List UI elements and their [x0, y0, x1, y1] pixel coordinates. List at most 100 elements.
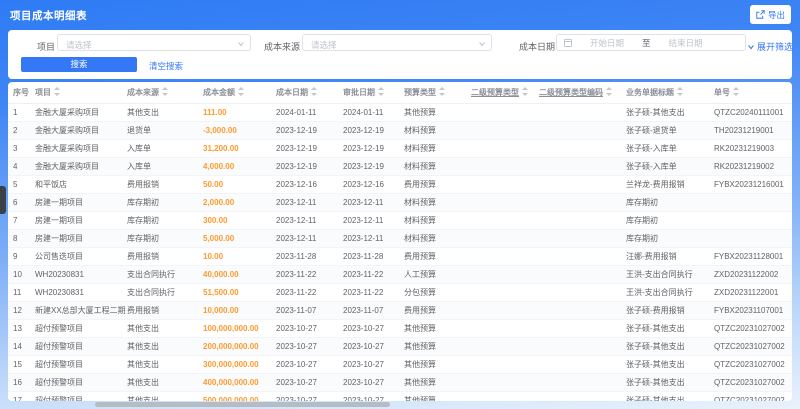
- start-date-input[interactable]: [572, 35, 642, 50]
- cell-index: 10: [8, 265, 35, 284]
- clear-search-link[interactable]: 清空搜索: [149, 60, 183, 72]
- expand-filters-link[interactable]: 展开筛选: [747, 40, 793, 53]
- cell-cost-date: 2023-12-19: [276, 121, 343, 140]
- cell-cost-amount: 400,000,000.00: [203, 373, 276, 392]
- cell-sub-budget-type-code: [539, 247, 626, 266]
- table-row: 4 金融大厦采购项目 入库单 4,000.00 2023-12-19 2023-…: [8, 157, 792, 176]
- col-header-budget-type[interactable]: 预算类型: [404, 82, 471, 104]
- sort-caret-icon[interactable]: [238, 86, 244, 96]
- cell-approval-date: 2023-10-27: [343, 319, 404, 338]
- page-title: 项目成本明细表: [10, 10, 87, 22]
- cost-source-select[interactable]: [302, 34, 492, 53]
- table-row: 17 超付预警项目 其他支出 500,000,000.00 2023-10-27…: [8, 391, 792, 401]
- cell-cost-date: 2023-10-27: [276, 337, 343, 356]
- col-header-doc-number[interactable]: 单号: [714, 82, 792, 104]
- cell-approval-date: 2023-12-11: [343, 211, 404, 230]
- sort-caret-icon[interactable]: [378, 86, 384, 96]
- cell-cost-source: 费用报销: [127, 175, 203, 194]
- cell-cost-date: 2024-01-11: [276, 103, 343, 122]
- cell-cost-date: 2023-11-22: [276, 283, 343, 302]
- sort-caret-icon[interactable]: [677, 86, 683, 96]
- cell-doc-number: RK20231219002: [714, 157, 792, 176]
- col-header-cost-amount[interactable]: 成本金额: [203, 82, 276, 104]
- cell-cost-date: 2023-12-11: [276, 229, 343, 248]
- sort-caret-icon[interactable]: [439, 86, 445, 96]
- cell-cost-source: 支出合同执行: [127, 283, 203, 302]
- cell-index: 9: [8, 247, 35, 266]
- cell-budget-type: 其他预算: [404, 103, 471, 122]
- cell-index: 6: [8, 193, 35, 212]
- cell-sub-budget-type: [471, 193, 539, 212]
- cost-source-select-input[interactable]: [303, 37, 491, 53]
- sort-caret-icon[interactable]: [606, 86, 612, 96]
- left-edge-tab[interactable]: [0, 186, 6, 214]
- col-header-doc-title[interactable]: 业务单据标题: [626, 82, 714, 104]
- date-range-separator: 至: [642, 37, 651, 48]
- cell-sub-budget-type: [471, 301, 539, 320]
- cell-approval-date: 2023-12-11: [343, 193, 404, 212]
- cell-cost-amount: 10,000.00: [203, 301, 276, 320]
- cell-cost-source: 支出合同执行: [127, 265, 203, 284]
- chevron-down-icon: [238, 42, 244, 47]
- cell-project: WH20230831: [35, 283, 127, 302]
- cell-approval-date: 2023-10-27: [343, 391, 404, 401]
- table-row: 15 超付预警项目 其他支出 300,000,000.00 2023-10-27…: [8, 355, 792, 374]
- col-header-sub-budget-type-code[interactable]: 二级预算类型编码: [539, 82, 626, 104]
- sort-caret-icon[interactable]: [162, 86, 168, 96]
- cell-doc-title: 张子硕-其他支出: [626, 103, 714, 122]
- export-button[interactable]: 导出: [749, 5, 791, 24]
- cell-doc-number: QTZC20240111001: [714, 103, 792, 122]
- cell-cost-date: 2023-12-19: [276, 139, 343, 158]
- end-date-input[interactable]: [650, 35, 721, 50]
- col-header-project[interactable]: 项目: [35, 82, 127, 104]
- cell-doc-title: 张子硕-入库单: [626, 157, 714, 176]
- cell-index: 16: [8, 373, 35, 392]
- table-row: 7 房建一期项目 库存期初 300.00 2023-12-11 2023-12-…: [8, 211, 792, 230]
- cell-cost-amount: 4,000.00: [203, 157, 276, 176]
- sort-caret-icon[interactable]: [522, 86, 528, 96]
- sort-caret-icon[interactable]: [311, 86, 317, 96]
- cell-doc-title: 张子硕-其他支出: [626, 337, 714, 356]
- col-header-sub-budget-type[interactable]: 二级预算类型: [471, 82, 539, 104]
- cell-doc-number: [714, 229, 792, 248]
- cell-project: 超付预警项目: [35, 373, 127, 392]
- cell-budget-type: 材料预算: [404, 211, 471, 230]
- cell-cost-source: 其他支出: [127, 391, 203, 401]
- cell-sub-budget-type-code: [539, 175, 626, 194]
- sort-caret-icon[interactable]: [54, 86, 60, 96]
- horizontal-scrollbar-thumb[interactable]: [95, 402, 390, 407]
- cell-approval-date: 2023-12-19: [343, 121, 404, 140]
- table-row: 5 和平饭店 费用报销 50.00 2023-12-16 2023-12-16 …: [8, 175, 792, 194]
- filter-panel: 项目 成本来源 成本日期 至 展开筛选 搜索 清空搜索: [8, 30, 793, 79]
- cell-cost-date: 2023-12-11: [276, 211, 343, 230]
- cell-sub-budget-type-code: [539, 337, 626, 356]
- col-header-cost-date[interactable]: 成本日期: [276, 82, 343, 104]
- cell-index: 13: [8, 319, 35, 338]
- project-select[interactable]: [57, 34, 251, 53]
- cell-cost-amount: 31,200.00: [203, 139, 276, 158]
- col-header-cost-source[interactable]: 成本来源: [127, 82, 203, 104]
- cell-sub-budget-type: [471, 265, 539, 284]
- cost-date-range-picker[interactable]: 至: [556, 34, 746, 51]
- cell-doc-title: 王洪-支出合同执行: [626, 265, 714, 284]
- cell-sub-budget-type: [471, 121, 539, 140]
- cell-project: 金融大厦采购项目: [35, 139, 127, 158]
- cell-sub-budget-type-code: [539, 193, 626, 212]
- cell-approval-date: 2023-12-19: [343, 139, 404, 158]
- table-row: 10 WH20230831 支出合同执行 40,000.00 2023-11-2…: [8, 265, 792, 284]
- project-select-input[interactable]: [58, 37, 250, 53]
- search-button[interactable]: 搜索: [21, 57, 137, 72]
- cell-budget-type: 其他预算: [404, 355, 471, 374]
- col-header-approval-date[interactable]: 审批日期: [343, 82, 404, 104]
- cell-budget-type: 材料预算: [404, 139, 471, 158]
- cell-cost-amount: 50.00: [203, 175, 276, 194]
- cell-doc-title: 张子硕-其他支出: [626, 355, 714, 374]
- cell-budget-type: 材料预算: [404, 229, 471, 248]
- cell-cost-amount: 200,000,000.00: [203, 337, 276, 356]
- cell-cost-date: 2023-10-27: [276, 391, 343, 401]
- sort-caret-icon[interactable]: [733, 86, 739, 96]
- cell-cost-source: 库存期初: [127, 229, 203, 248]
- cell-approval-date: 2023-12-16: [343, 175, 404, 194]
- cell-cost-amount: 40,000.00: [203, 265, 276, 284]
- cell-cost-date: 2023-11-22: [276, 265, 343, 284]
